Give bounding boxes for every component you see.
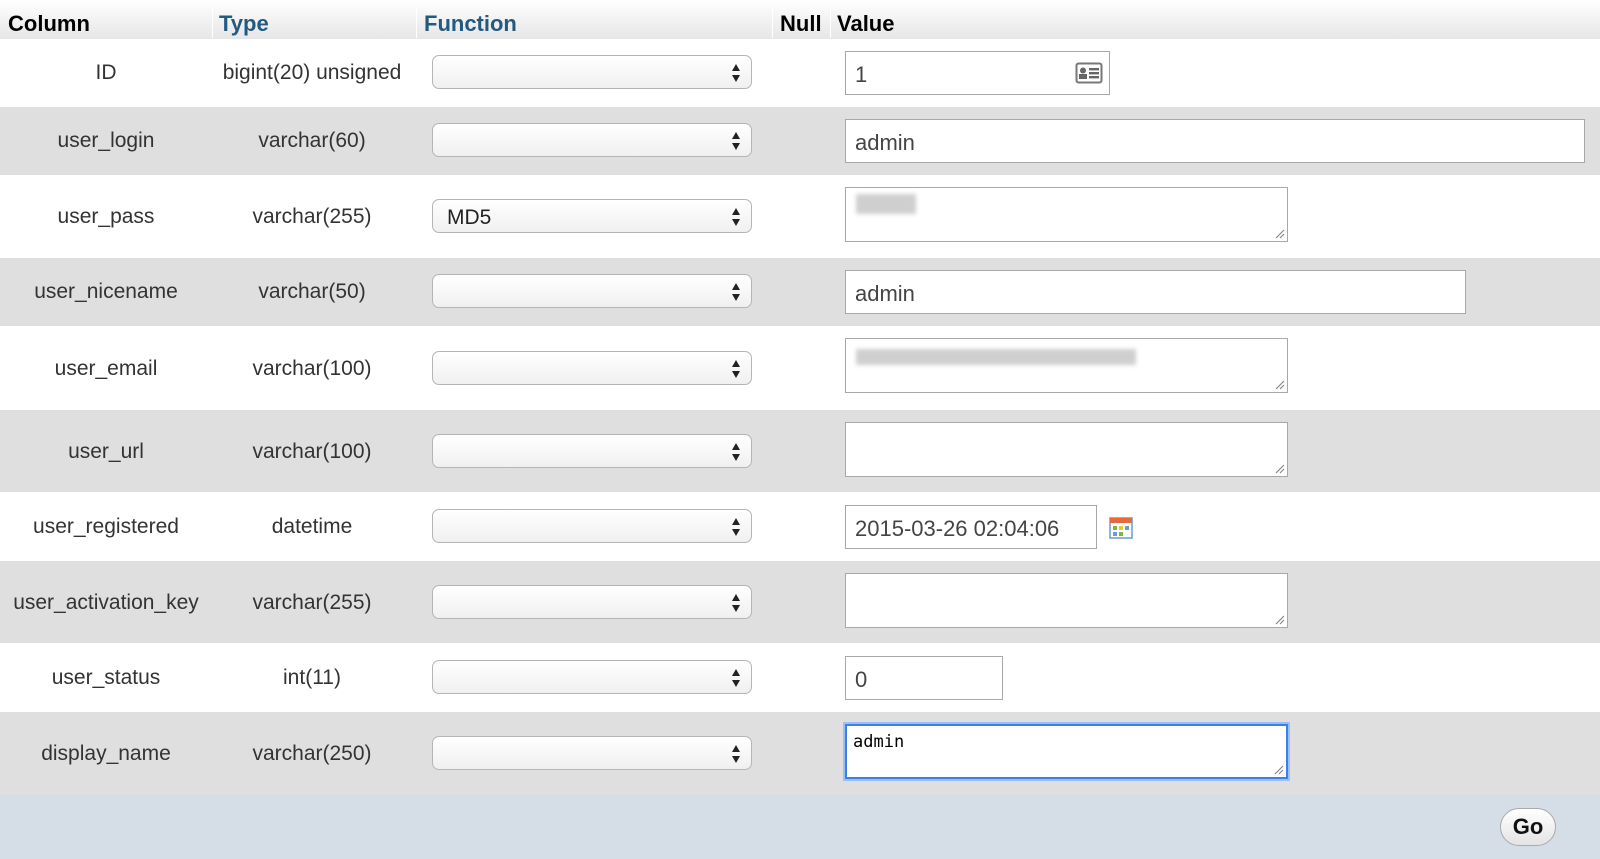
function-select[interactable] [432,736,752,770]
column-name: user_pass [57,205,155,228]
table-row: user_email varchar(100) [0,326,1600,410]
select-arrows-icon [732,443,740,461]
column-name: user_activation_key [13,591,199,614]
header-function[interactable]: Function [424,11,517,37]
column-type: varchar(50) [258,280,366,303]
column-name: user_status [51,666,161,689]
column-type: varchar(60) [258,129,366,152]
value-textarea-user-pass[interactable] [845,187,1288,242]
resize-grip-icon[interactable] [1273,378,1285,390]
function-select[interactable] [432,585,752,619]
function-select[interactable] [432,660,752,694]
select-arrows-icon [732,745,740,763]
header-value: Value [837,11,895,36]
select-arrows-icon [732,518,740,536]
value-textarea-user-email[interactable] [845,338,1288,393]
column-type: bigint(20) unsigned [222,61,402,84]
function-select[interactable]: MD5 [432,199,752,233]
table-row: ID bigint(20) unsigned 1 [0,39,1600,107]
calendar-icon[interactable] [1109,516,1133,540]
redacted-value [856,194,916,214]
column-type: varchar(255) [252,205,372,228]
column-name: ID [95,61,117,84]
column-type: int(11) [283,666,341,689]
column-name: user_login [57,129,155,152]
table-row: user_pass varchar(255) MD5 [0,175,1600,258]
table-row: user_activation_key varchar(255) [0,561,1600,643]
select-arrows-icon [732,594,740,612]
go-button[interactable]: Go [1500,808,1556,846]
column-type: varchar(255) [252,591,372,614]
value-input-user-registered[interactable]: 2015-03-26 02:04:06 [845,505,1097,549]
column-name: user_url [68,440,144,463]
column-type: datetime [271,515,353,538]
header-type[interactable]: Type [219,11,269,37]
header-null: Null [780,11,822,36]
browse-values-icon[interactable] [1075,61,1103,85]
select-arrows-icon [732,132,740,150]
header-column: Column [8,11,90,36]
function-select[interactable] [432,434,752,468]
value-textarea-display-name[interactable]: admin [845,724,1288,779]
column-type: varchar(250) [252,742,372,765]
table-row: user_registered datetime 2015-03-26 02:0… [0,492,1600,561]
column-type: varchar(100) [252,357,372,380]
select-arrows-icon [732,208,740,226]
table-row: display_name varchar(250) admin [0,712,1600,795]
resize-grip-icon[interactable] [1273,462,1285,474]
column-name: user_nicename [34,280,178,303]
select-arrows-icon [732,669,740,687]
value-input-user-nicename[interactable]: admin [845,270,1466,314]
value-input-user-login[interactable]: admin [845,119,1585,163]
value-textarea-user-activation-key[interactable] [845,573,1288,628]
column-type: varchar(100) [252,440,372,463]
table-row: user_nicename varchar(50) admin [0,258,1600,326]
table-row: user_login varchar(60) admin [0,107,1600,175]
column-name: user_registered [33,515,179,538]
resize-grip-icon[interactable] [1273,613,1285,625]
redacted-value [856,349,1136,365]
column-name: display_name [41,742,171,765]
table-row: user_status int(11) 0 [0,643,1600,712]
value-input-user-status[interactable]: 0 [845,656,1003,700]
value-input-id[interactable]: 1 [845,51,1110,95]
function-select[interactable] [432,351,752,385]
function-select[interactable] [432,274,752,308]
table-header: Column Type Function Null Value [0,0,1600,40]
select-arrows-icon [732,64,740,82]
value-textarea-user-url[interactable] [845,422,1288,477]
column-name: user_email [54,357,158,380]
function-select[interactable] [432,55,752,89]
select-arrows-icon [732,283,740,301]
select-arrows-icon [732,360,740,378]
table-row: user_url varchar(100) [0,410,1600,492]
function-select[interactable] [432,509,752,543]
resize-grip-icon[interactable] [1272,763,1284,775]
form-footer [0,795,1600,859]
function-select[interactable] [432,123,752,157]
resize-grip-icon[interactable] [1273,227,1285,239]
